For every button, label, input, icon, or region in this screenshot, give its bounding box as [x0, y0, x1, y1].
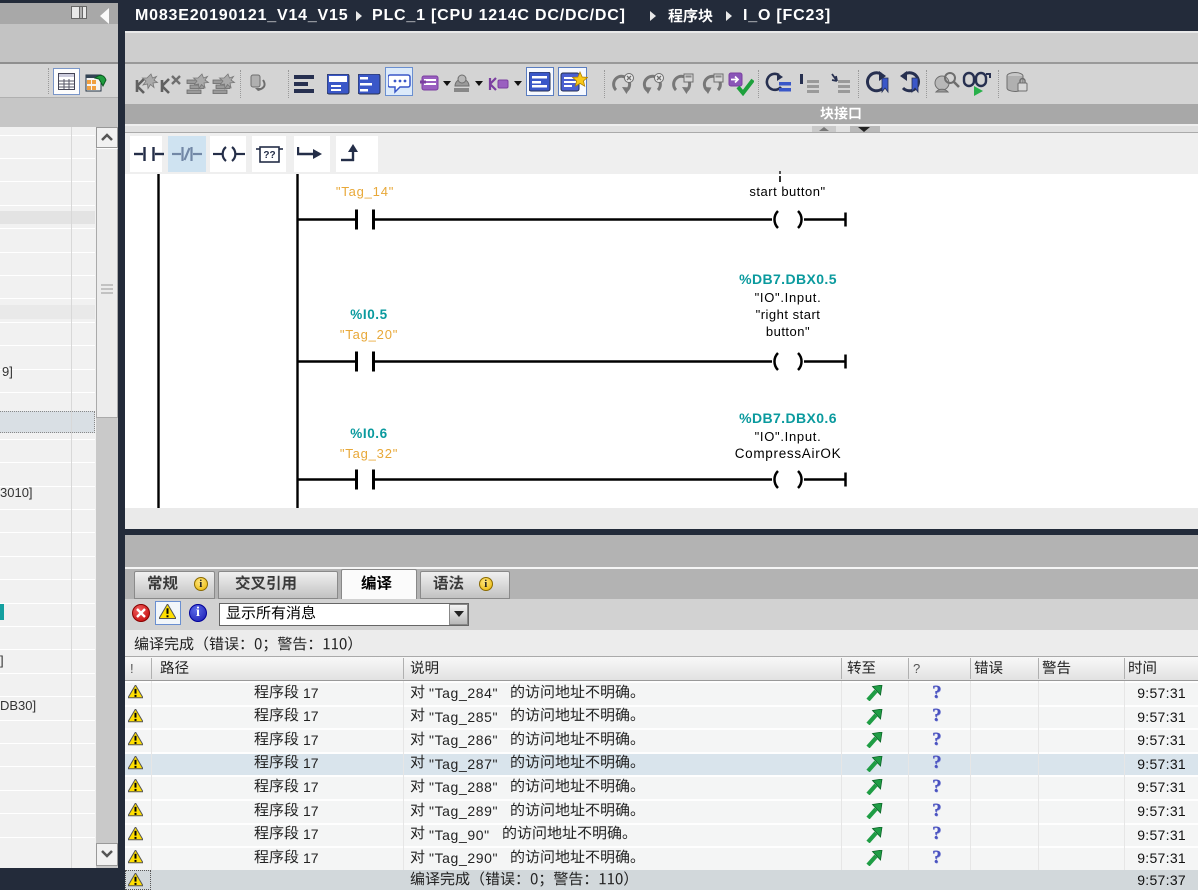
svg-text:??: ??: [263, 150, 275, 161]
